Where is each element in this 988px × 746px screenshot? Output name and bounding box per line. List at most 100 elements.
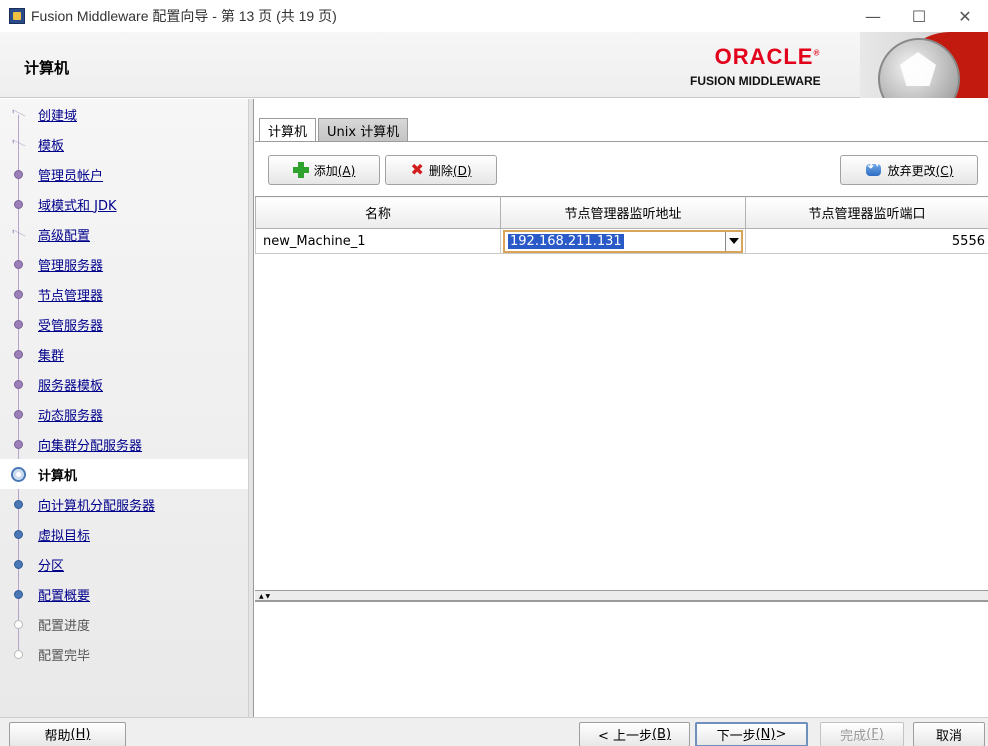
fusion-middleware-wordmark: FUSION MIDDLEWARE bbox=[690, 74, 821, 88]
back-button[interactable]: < 上一步 (B) bbox=[579, 722, 690, 746]
nav-step-label[interactable]: 配置概要 bbox=[38, 585, 90, 604]
step-dot-icon bbox=[14, 319, 23, 329]
page-title: 计算机 bbox=[24, 59, 70, 77]
nav-step-label[interactable]: 创建域 bbox=[38, 105, 77, 124]
delete-button[interactable]: ✖ 删除(D) bbox=[385, 155, 497, 185]
nav-step-item[interactable]: 管理员帐户 bbox=[0, 159, 248, 189]
nav-step-label[interactable]: 模板 bbox=[38, 135, 64, 154]
step-branch-icon bbox=[11, 140, 26, 148]
window-controls: — ☐ ✕ bbox=[850, 0, 988, 32]
nav-step-label[interactable]: 高级配置 bbox=[38, 225, 90, 244]
step-dot-icon bbox=[14, 259, 23, 269]
footer-bar: 帮助 (H) < 上一步 (B) 下一步 (N) > 完成 (F) 取消 bbox=[0, 717, 988, 746]
config-wizard-window: Fusion Middleware 配置向导 - 第 13 页 (共 19 页)… bbox=[0, 0, 988, 746]
nav-step-item: 配置完毕 bbox=[0, 639, 248, 669]
nav-step-label[interactable]: 域模式和 JDK bbox=[38, 195, 117, 214]
cell-listen-address[interactable]: 192.168.211.131 bbox=[500, 228, 746, 254]
nav-step-item[interactable]: 服务器模板 bbox=[0, 369, 248, 399]
tab-unix-machine[interactable]: Unix 计算机 bbox=[318, 118, 409, 141]
nav-step-item: 配置进度 bbox=[0, 609, 248, 639]
delete-x-icon: ✖ bbox=[410, 160, 424, 179]
nav-step-label: 配置进度 bbox=[38, 618, 91, 634]
step-dot-icon bbox=[14, 199, 23, 209]
app-icon bbox=[9, 8, 25, 24]
cell-listen-port[interactable]: 5556 bbox=[745, 228, 988, 254]
table-header-row: 名称 节点管理器监听地址 节点管理器监听端口 bbox=[255, 196, 988, 229]
nav-step-label[interactable]: 管理服务器 bbox=[38, 255, 103, 274]
nav-step-item[interactable]: 计算机 bbox=[0, 459, 248, 489]
finish-button[interactable]: 完成 (F) bbox=[820, 722, 904, 746]
step-dot-icon bbox=[14, 409, 23, 419]
window-title: Fusion Middleware 配置向导 - 第 13 页 (共 19 页) bbox=[31, 8, 337, 24]
nav-step-label[interactable]: 分区 bbox=[38, 555, 64, 574]
nav-step-label[interactable]: 管理员帐户 bbox=[38, 165, 103, 184]
listen-address-combobox[interactable]: 192.168.211.131 bbox=[503, 229, 743, 253]
title-bar: Fusion Middleware 配置向导 - 第 13 页 (共 19 页)… bbox=[0, 0, 988, 32]
discard-label: 放弃更改(C) bbox=[887, 163, 954, 178]
nav-step-item[interactable]: 向集群分配服务器 bbox=[0, 429, 248, 459]
nav-step-item[interactable]: 高级配置 bbox=[0, 219, 248, 249]
step-dot-icon bbox=[14, 529, 23, 539]
details-pane bbox=[255, 602, 988, 717]
nav-step-item[interactable]: 分区 bbox=[0, 549, 248, 579]
dropdown-arrow-icon[interactable] bbox=[725, 231, 741, 251]
add-button[interactable]: 添加(A) bbox=[268, 155, 380, 185]
nav-step-item[interactable]: 配置概要 bbox=[0, 579, 248, 609]
tab-machine[interactable]: 计算机 bbox=[259, 118, 317, 141]
undo-icon bbox=[865, 160, 883, 178]
nav-step-label[interactable]: 受管服务器 bbox=[38, 315, 103, 334]
nav-step-item[interactable]: 创建域 bbox=[0, 99, 248, 129]
discard-changes-button[interactable]: 放弃更改(C) bbox=[840, 155, 978, 185]
add-label: 添加(A) bbox=[313, 163, 356, 178]
plus-icon bbox=[292, 162, 309, 178]
nav-step-item[interactable]: 节点管理器 bbox=[0, 279, 248, 309]
nav-step-item[interactable]: 模板 bbox=[0, 129, 248, 159]
step-branch-icon bbox=[11, 110, 26, 118]
nav-step-item[interactable]: 管理服务器 bbox=[0, 249, 248, 279]
step-dot-icon bbox=[11, 466, 26, 482]
close-button[interactable]: ✕ bbox=[942, 0, 988, 32]
oracle-wordmark: ORACLE® bbox=[714, 44, 821, 69]
vertical-splitter[interactable] bbox=[248, 99, 254, 717]
nav-step-item[interactable]: 域模式和 JDK bbox=[0, 189, 248, 219]
nav-step-item[interactable]: 虚拟目标 bbox=[0, 519, 248, 549]
cancel-button[interactable]: 取消 bbox=[913, 722, 985, 746]
nav-step-label[interactable]: 集群 bbox=[38, 345, 64, 364]
nav-step-label[interactable]: 动态服务器 bbox=[38, 405, 103, 424]
nav-step-label[interactable]: 服务器模板 bbox=[38, 375, 103, 394]
column-header-listen-address[interactable]: 节点管理器监听地址 bbox=[500, 196, 746, 229]
collapse-arrows-icon[interactable]: ▲ ▼ bbox=[259, 594, 270, 600]
delete-label: 删除(D) bbox=[428, 163, 472, 178]
listen-address-value[interactable]: 192.168.211.131 bbox=[508, 233, 624, 249]
step-dot-icon bbox=[14, 439, 23, 449]
nav-step-item[interactable]: 受管服务器 bbox=[0, 309, 248, 339]
column-header-name[interactable]: 名称 bbox=[255, 196, 501, 229]
step-dot-icon bbox=[14, 559, 23, 569]
oracle-logo: ORACLE® FUSION MIDDLEWARE bbox=[690, 44, 845, 88]
nav-step-label[interactable]: 节点管理器 bbox=[38, 285, 103, 304]
step-dot-icon bbox=[14, 349, 23, 359]
maximize-button[interactable]: ☐ bbox=[896, 0, 942, 32]
table-row[interactable]: new_Machine_1 192.168.211.131 5556 bbox=[255, 228, 988, 254]
machines-table: 名称 节点管理器监听地址 节点管理器监听端口 new_Machine_1 192… bbox=[255, 196, 988, 254]
nav-step-item[interactable]: 动态服务器 bbox=[0, 399, 248, 429]
nav-step-label[interactable]: 向计算机分配服务器 bbox=[38, 495, 155, 514]
next-button[interactable]: 下一步 (N) > bbox=[695, 722, 808, 746]
step-dot-icon bbox=[14, 499, 23, 509]
minimize-button[interactable]: — bbox=[850, 0, 896, 32]
cell-machine-name[interactable]: new_Machine_1 bbox=[255, 228, 501, 254]
nav-step-item[interactable]: 向计算机分配服务器 bbox=[0, 489, 248, 519]
step-dot-icon bbox=[14, 289, 23, 299]
main-content: 计算机 Unix 计算机 添加(A) ✖ 删除(D) 放弃更改(C) 名称 节点… bbox=[255, 99, 988, 717]
step-dot-icon bbox=[14, 379, 23, 389]
column-header-listen-port[interactable]: 节点管理器监听端口 bbox=[745, 196, 988, 229]
step-branch-icon bbox=[11, 230, 26, 238]
nav-step-label[interactable]: 计算机 bbox=[38, 465, 77, 484]
nav-step-label[interactable]: 虚拟目标 bbox=[38, 525, 90, 544]
nav-step-item[interactable]: 集群 bbox=[0, 339, 248, 369]
nav-step-label[interactable]: 向集群分配服务器 bbox=[38, 435, 142, 454]
header-band: 计算机 ORACLE® FUSION MIDDLEWARE bbox=[0, 32, 988, 98]
step-dot-icon bbox=[14, 169, 23, 179]
help-button[interactable]: 帮助 (H) bbox=[9, 722, 126, 746]
horizontal-splitter[interactable]: ▲ ▼ bbox=[255, 590, 988, 602]
